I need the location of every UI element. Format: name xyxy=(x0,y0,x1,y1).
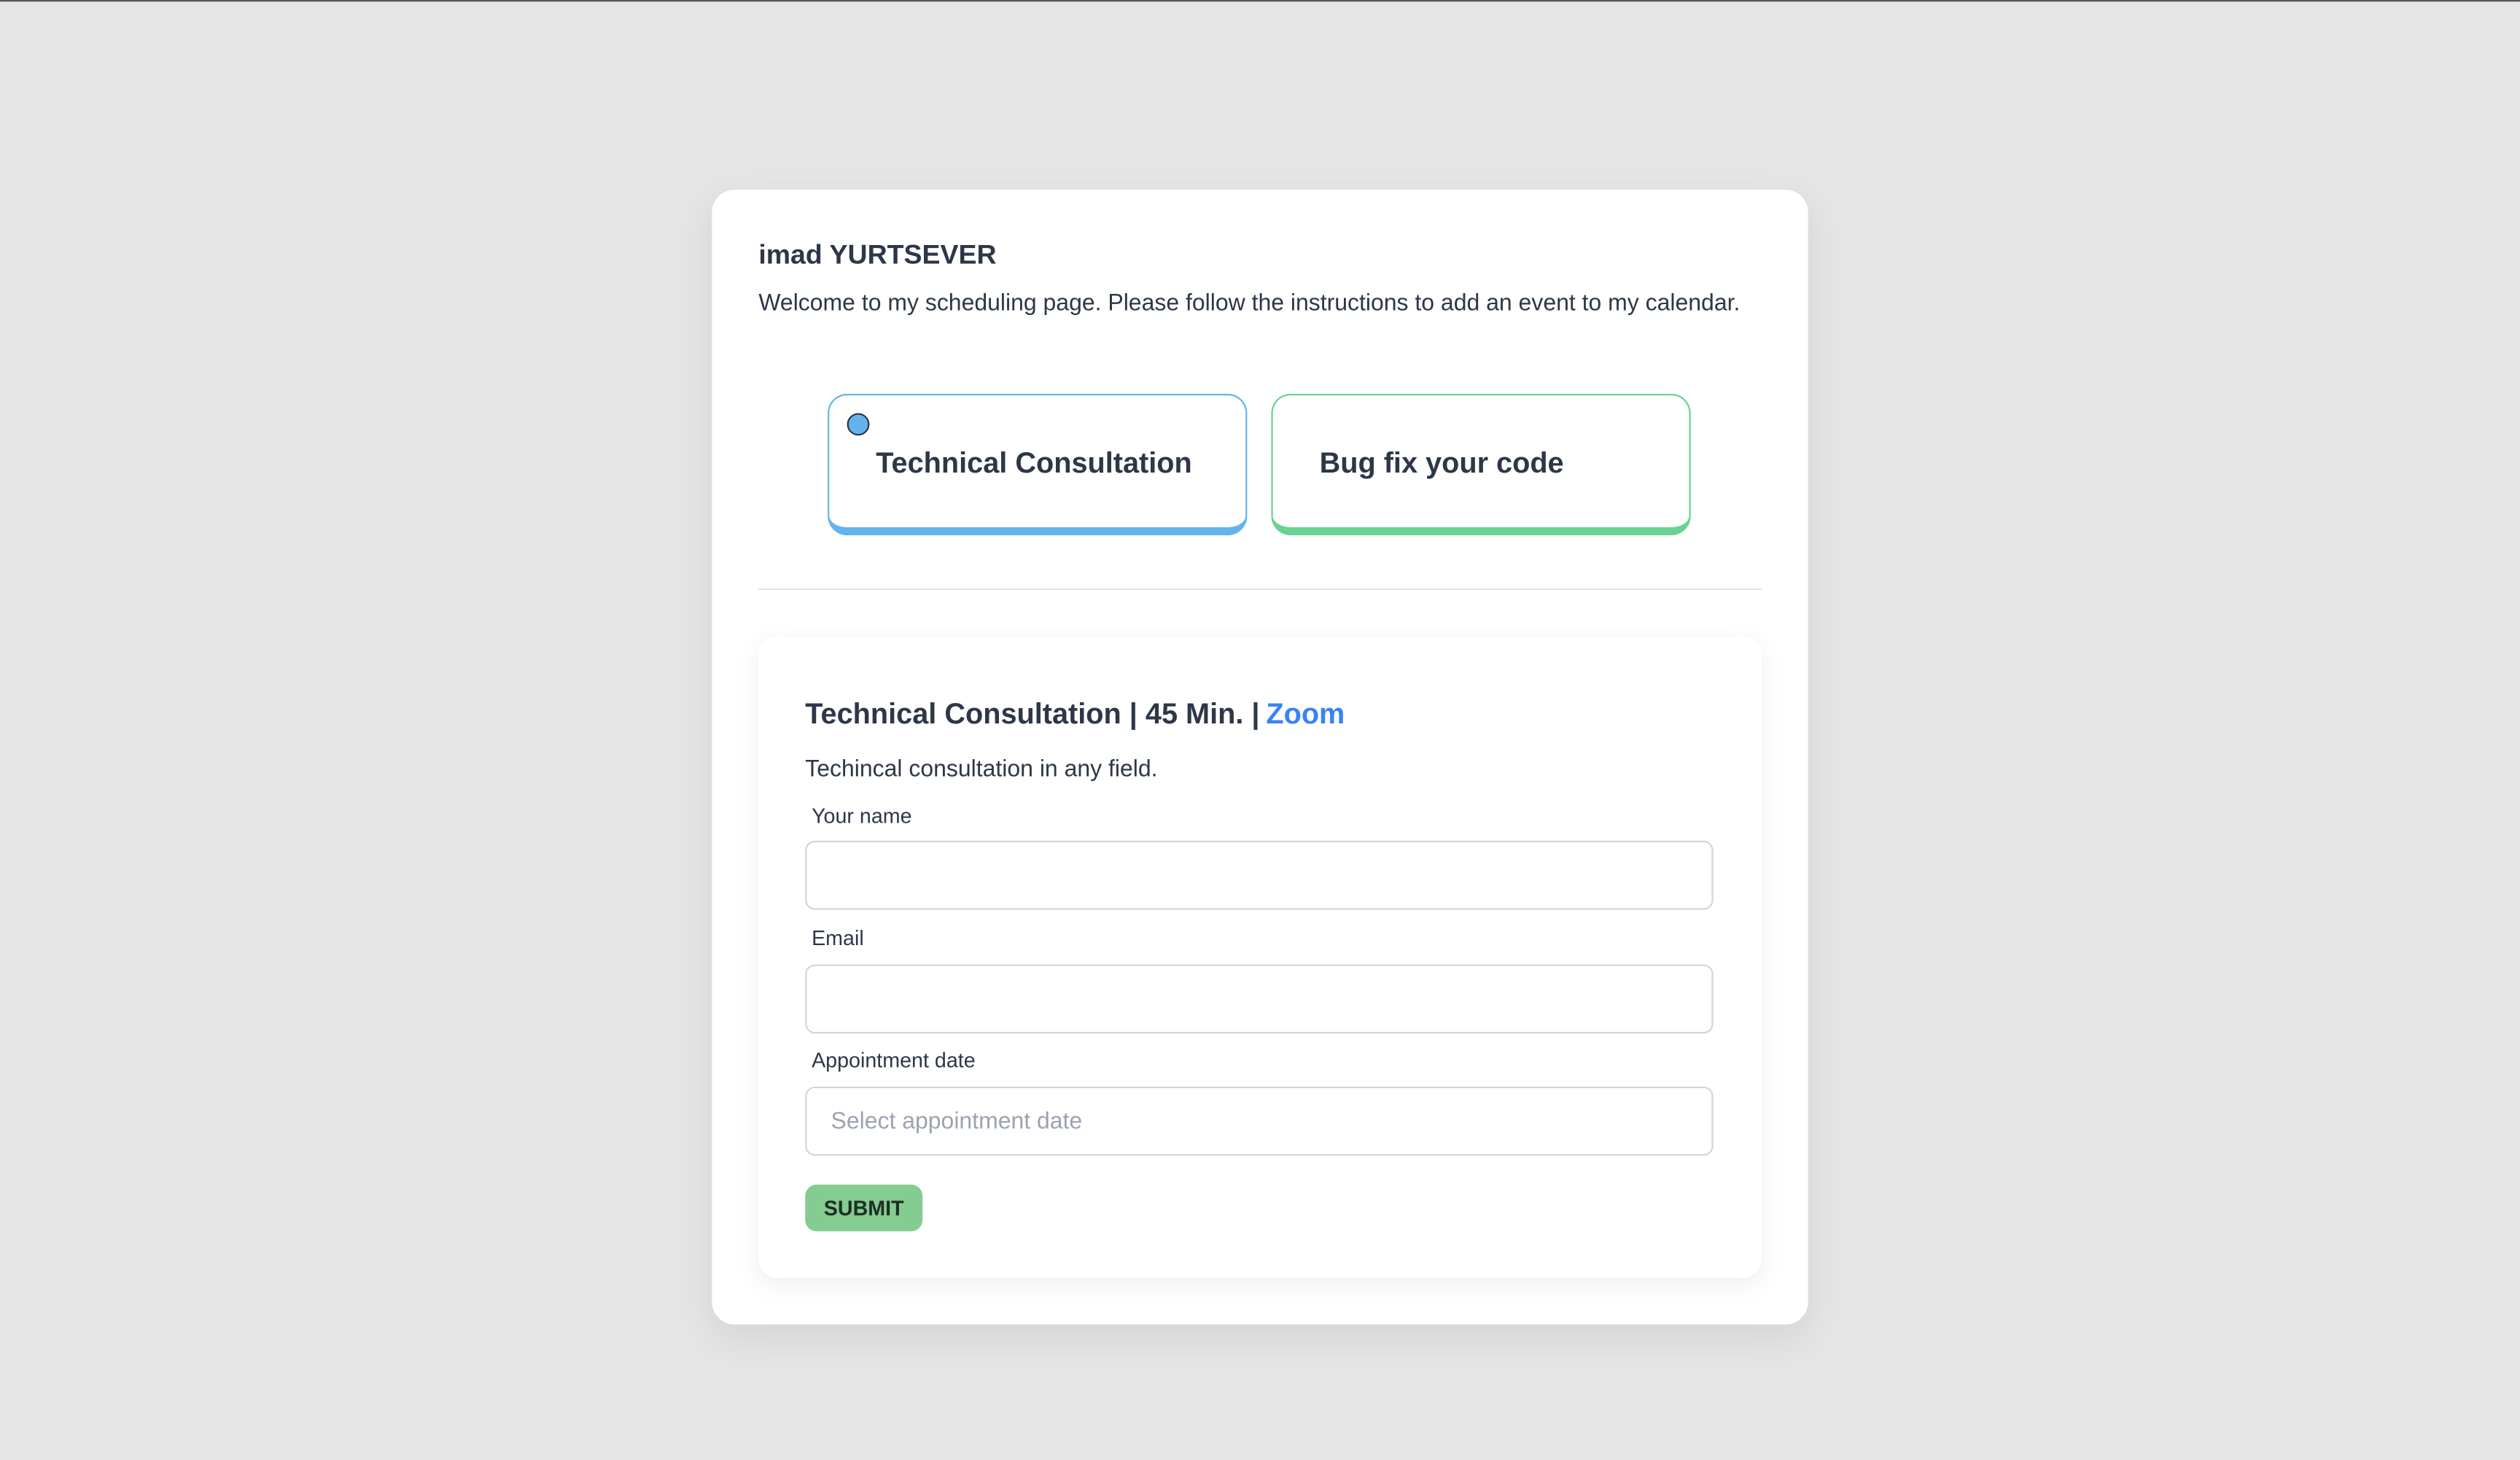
event-type-technical-consultation[interactable]: Technical Consultation xyxy=(828,394,1248,535)
booking-form-card: Technical Consultation | 45 Min. | Zoom T… xyxy=(758,636,1762,1278)
email-input[interactable] xyxy=(805,964,1714,1034)
welcome-text: Welcome to my scheduling page. Please fo… xyxy=(758,290,1741,317)
zoom-link[interactable]: Zoom xyxy=(1266,698,1345,730)
divider xyxy=(758,588,1762,590)
event-type-bug-fix[interactable]: Bug fix your code xyxy=(1271,394,1691,535)
page: imad YURTSEVER Welcome to my scheduling … xyxy=(0,0,2520,1459)
name-input[interactable] xyxy=(805,840,1714,910)
selected-indicator-icon xyxy=(847,413,870,436)
owner-name: imad YURTSEVER xyxy=(758,239,997,271)
event-heading: Technical Consultation | 45 Min. | Zoom xyxy=(805,698,1345,731)
event-description: Techincal consultation in any field. xyxy=(805,757,1158,783)
event-type-label: Technical Consultation xyxy=(876,446,1192,479)
submit-button[interactable]: SUBMIT xyxy=(805,1184,923,1232)
name-label: Your name xyxy=(812,804,912,828)
scheduling-card: imad YURTSEVER Welcome to my scheduling … xyxy=(712,190,1808,1325)
appointment-date-input[interactable] xyxy=(805,1086,1714,1156)
event-title: Technical Consultation | 45 Min. | xyxy=(805,697,1260,730)
date-label: Appointment date xyxy=(812,1048,976,1073)
email-label: Email xyxy=(812,925,864,950)
event-type-label: Bug fix your code xyxy=(1319,446,1564,479)
